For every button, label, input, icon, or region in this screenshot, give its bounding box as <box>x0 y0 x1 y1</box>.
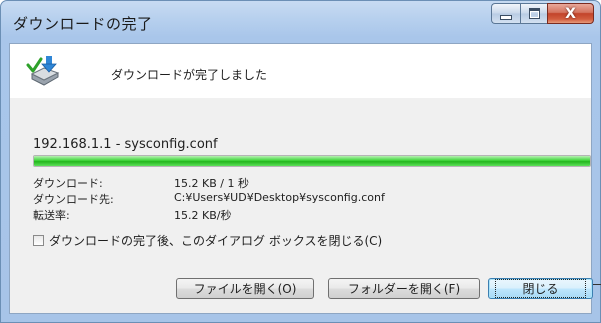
minimize-icon <box>500 15 512 20</box>
close-on-complete-label[interactable]: ダウンロードの完了後、このダイアログ ボックスを閉じる(C) <box>49 232 382 249</box>
destination-label: ダウンロード先: <box>33 193 114 206</box>
open-folder-button-label: フォルダーを開く(F) <box>347 282 461 296</box>
maximize-icon <box>528 8 540 19</box>
transfer-rate-value: 15.2 KB/秒 <box>174 209 232 222</box>
close-on-complete-checkbox[interactable] <box>33 235 44 246</box>
close-button[interactable]: 閉じる <box>488 278 593 299</box>
download-source: 192.168.1.1 - sysconfig.conf <box>33 137 218 152</box>
open-file-button-label: ファイルを開く(O) <box>193 282 297 296</box>
pointer-indicator <box>593 284 601 285</box>
open-file-button[interactable]: ファイルを開く(O) <box>176 278 314 299</box>
title-bar[interactable]: ダウンロードの完了 X <box>1 1 600 43</box>
transfer-rate-label: 転送率: <box>33 209 70 222</box>
close-icon: X <box>565 5 576 22</box>
download-complete-icon <box>26 56 60 86</box>
window-title: ダウンロードの完了 <box>13 15 153 33</box>
downloaded-value: 15.2 KB / 1 秒 <box>174 177 249 190</box>
maximize-button[interactable] <box>520 3 547 24</box>
download-complete-dialog: ダウンロードの完了 X ダウンロードが完了しました 192.168.1.1 - … <box>0 0 601 323</box>
minimize-button[interactable] <box>491 3 520 24</box>
download-progress-bar <box>33 155 591 167</box>
close-on-complete-option[interactable]: ダウンロードの完了後、このダイアログ ボックスを閉じる(C) <box>33 232 382 249</box>
status-area: ダウンロードが完了しました <box>10 44 591 98</box>
downloaded-label: ダウンロード: <box>33 177 103 190</box>
close-window-button[interactable]: X <box>547 3 594 24</box>
progress-fill <box>34 156 590 166</box>
dialog-body: ダウンロードが完了しました 192.168.1.1 - sysconfig.co… <box>9 43 593 314</box>
status-message: ダウンロードが完了しました <box>111 68 268 82</box>
destination-value: C:¥Users¥UD¥Desktop¥sysconfig.conf <box>174 191 385 204</box>
window-controls: X <box>491 3 594 24</box>
close-button-label: 閉じる <box>495 279 586 298</box>
open-folder-button[interactable]: フォルダーを開く(F) <box>328 278 480 299</box>
